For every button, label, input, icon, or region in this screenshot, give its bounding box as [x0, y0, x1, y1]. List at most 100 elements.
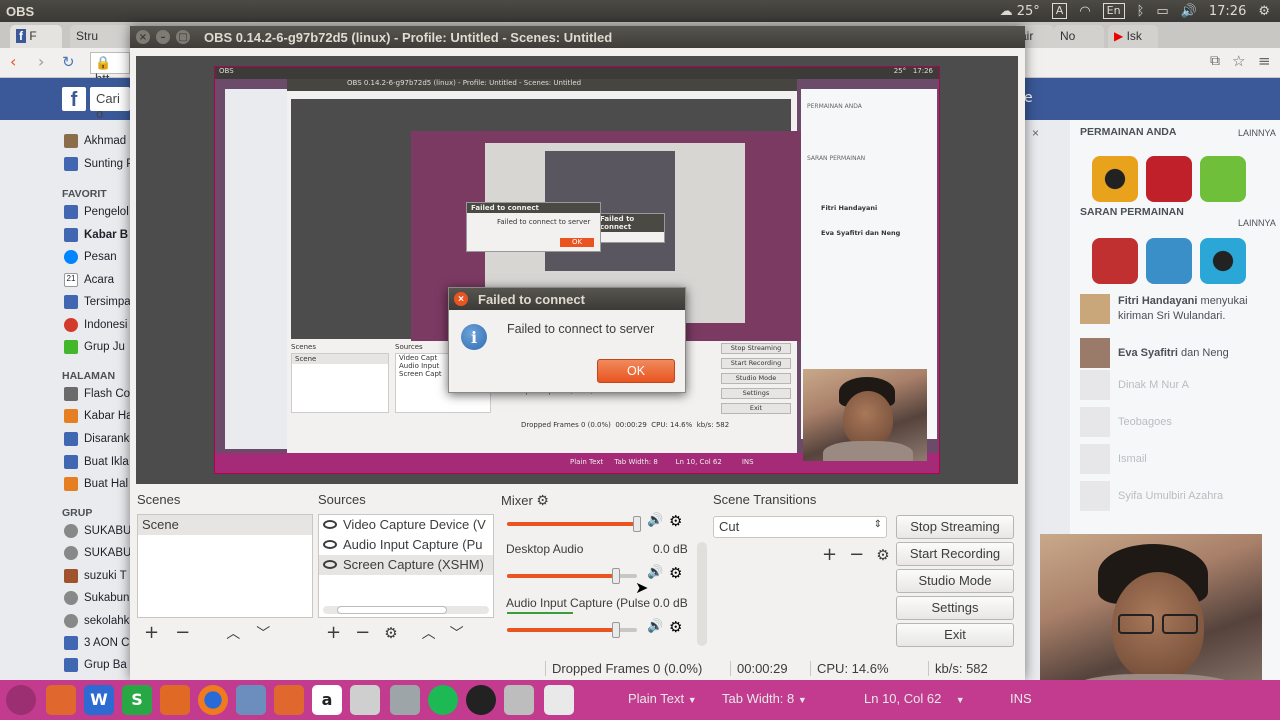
contact-item[interactable]: Dinak M Nur A [1080, 370, 1189, 400]
minimize-icon[interactable]: – [156, 30, 170, 44]
add-transition-button[interactable]: + [822, 544, 837, 565]
browser-tab[interactable]: ▶ Isk [1108, 25, 1158, 48]
sidebar-item-profile[interactable]: Akhmad [64, 134, 126, 148]
battery-icon[interactable]: ▭ [1156, 4, 1168, 19]
obs-icon[interactable] [466, 685, 496, 715]
sidebar-item[interactable]: Grup Ba [64, 658, 127, 672]
sources-scrollbar[interactable] [323, 606, 489, 614]
add-source-button[interactable]: + [326, 622, 341, 643]
mixer-scrollbar[interactable] [697, 542, 707, 646]
browser-tab[interactable]: Stru [70, 25, 130, 48]
volume-icon[interactable]: 🔊 [1181, 4, 1197, 19]
cards-game-icon[interactable] [1146, 156, 1192, 202]
settings-gear-icon[interactable] [504, 685, 534, 715]
visibility-icon[interactable] [323, 520, 337, 529]
sidebar-item[interactable]: Disarank [64, 432, 129, 446]
files-icon[interactable] [46, 685, 76, 715]
exit-button[interactable]: Exit [896, 623, 1014, 647]
facebook-logo-icon[interactable]: f [62, 87, 86, 111]
sidebar-item[interactable]: Grup Ju [64, 340, 125, 354]
sidebar-item-edit[interactable]: Sunting P [64, 157, 134, 171]
sidebar-item[interactable]: SUKABU [64, 524, 131, 538]
transition-gear-icon[interactable]: ⚙ [876, 546, 889, 564]
facebook-search-input[interactable]: Cari o [90, 87, 130, 121]
transition-select[interactable]: Cut ⇕ [713, 516, 887, 538]
mixer-gear-icon[interactable]: ⚙ [536, 492, 549, 508]
sidebar-item[interactable]: 3 AON C [64, 636, 129, 650]
contact-item[interactable]: Syifa Umulbiri Azahra [1080, 481, 1223, 511]
sidebar-item[interactable]: 21 Acara [64, 273, 114, 287]
close-icon[interactable]: × [454, 292, 468, 306]
hero-game-icon[interactable] [1146, 238, 1192, 284]
move-up-icon[interactable]: ︿ [422, 623, 436, 643]
gedit-icon[interactable] [544, 685, 574, 715]
channel-gear-icon[interactable]: ⚙ [669, 564, 682, 582]
contact-item[interactable]: Ismail [1080, 444, 1147, 474]
forward-icon[interactable]: › [38, 52, 44, 71]
dash-icon[interactable] [6, 685, 36, 715]
remove-transition-button[interactable]: − [849, 544, 864, 565]
tools-icon[interactable] [350, 685, 380, 715]
sidebar-item[interactable]: Kabar Ha [64, 409, 133, 423]
billiard-game-icon[interactable] [1200, 238, 1246, 284]
chrome-icon[interactable] [236, 685, 266, 715]
lainnya-link[interactable]: LAINNYA [1238, 218, 1276, 228]
feed-item[interactable]: Eva Syafitri dan Neng [1080, 338, 1229, 368]
sidebar-item[interactable]: Indonesi [64, 318, 127, 332]
sidebar-item[interactable]: sekolahk [64, 614, 129, 628]
mute-speaker-icon[interactable]: 🔊 [647, 619, 663, 634]
reload-icon[interactable]: ↻ [62, 53, 75, 71]
maximize-icon[interactable]: □ [176, 30, 190, 44]
cursor-position-selector[interactable]: Ln 10, Col 62 ▼ [864, 691, 965, 706]
top-volume-slider[interactable] [507, 516, 641, 532]
writer-icon[interactable]: W [84, 685, 114, 715]
source-item[interactable]: Video Capture Device (V [319, 515, 493, 535]
wifi-icon[interactable]: ◠ [1079, 4, 1090, 19]
close-icon[interactable]: × [136, 30, 150, 44]
desktop-audio-slider[interactable] [507, 568, 637, 584]
sidebar-item[interactable]: Tersimpa [64, 295, 131, 309]
translate-icon[interactable]: ⧉ [1210, 53, 1220, 69]
keyboard-indicator[interactable]: A [1051, 3, 1068, 19]
sidebar-item[interactable]: Sukabun [64, 591, 129, 605]
slider-knob[interactable] [612, 568, 620, 584]
language-selector[interactable]: Plain Text ▼ [628, 691, 697, 706]
sidebar-item[interactable]: Pengelol [64, 205, 129, 219]
sidebar-item[interactable]: Flash Co [64, 387, 130, 401]
feed-item[interactable]: Fitri Handayani menyukai kiriman Sri Wul… [1080, 294, 1270, 324]
add-scene-button[interactable]: + [144, 622, 159, 643]
spotify-icon[interactable] [428, 685, 458, 715]
software-center-icon[interactable] [274, 685, 304, 715]
panda-game-icon[interactable] [1200, 156, 1246, 202]
ping-pong-game-icon[interactable] [1092, 238, 1138, 284]
language-indicator[interactable]: En [1102, 3, 1125, 19]
channel-gear-icon[interactable]: ⚙ [669, 618, 682, 636]
audio-input-slider[interactable] [507, 622, 637, 638]
remove-source-button[interactable]: − [355, 622, 370, 643]
amazon-icon[interactable]: a [312, 685, 342, 715]
sidebar-item[interactable]: Pesan [64, 250, 117, 264]
scrollbar-thumb[interactable] [337, 606, 447, 614]
sidebar-item[interactable]: Buat Hal [64, 477, 128, 491]
sidebar-item[interactable]: Buat Ikla [64, 455, 129, 469]
contact-item[interactable]: Teobagoes [1080, 407, 1172, 437]
move-down-icon[interactable]: ﹀ [256, 623, 270, 643]
billiard-game-icon[interactable] [1092, 156, 1138, 202]
move-down-icon[interactable]: ﹀ [450, 623, 464, 643]
move-up-icon[interactable]: ︿ [226, 623, 240, 643]
slider-knob[interactable] [633, 516, 641, 532]
back-icon[interactable]: ‹ [10, 52, 16, 71]
visibility-icon[interactable] [323, 540, 337, 549]
slider-knob[interactable] [612, 622, 620, 638]
close-icon[interactable]: × [1032, 126, 1039, 140]
ok-button[interactable]: OK [597, 359, 675, 383]
lainnya-link[interactable]: LAINNYA [1238, 128, 1276, 138]
channel-gear-icon[interactable]: ⚙ [669, 512, 682, 530]
firefox-icon[interactable] [198, 685, 228, 715]
gear-icon[interactable]: ⚙ [1258, 4, 1270, 19]
mute-speaker-icon[interactable]: 🔊 [647, 513, 663, 528]
source-item[interactable]: Audio Input Capture (Pu [319, 535, 493, 555]
start-recording-button[interactable]: Start Recording [896, 542, 1014, 566]
remove-scene-button[interactable]: − [175, 622, 190, 643]
studio-mode-button[interactable]: Studio Mode [896, 569, 1014, 593]
